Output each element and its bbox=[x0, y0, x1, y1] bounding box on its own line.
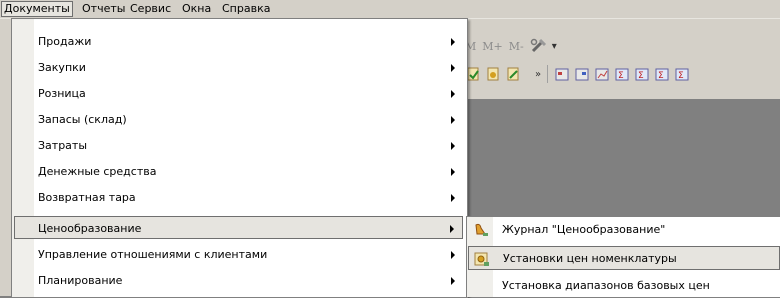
svg-text:Σ: Σ bbox=[618, 71, 624, 81]
toolbar-row-2: » Σ Σ Σ Σ bbox=[465, 63, 690, 85]
menu-bar: Документы Отчеты Сервис Окна Справка bbox=[0, 0, 780, 19]
submenu-item-label: Журнал "Ценообразование" bbox=[502, 223, 666, 236]
menu-item-costs[interactable]: Затраты bbox=[14, 134, 463, 157]
menu-service[interactable]: Сервис bbox=[128, 2, 173, 16]
menu-item-inventory[interactable]: Запасы (склад) bbox=[14, 108, 463, 131]
chevron-down-icon[interactable]: ▾ bbox=[552, 41, 557, 52]
menu-item-label: Денежные средства bbox=[38, 165, 157, 178]
document-icon[interactable] bbox=[485, 66, 501, 82]
report-icon[interactable] bbox=[574, 66, 590, 82]
menu-item-label: Ценообразование bbox=[38, 222, 142, 235]
sum-icon[interactable]: Σ bbox=[654, 66, 670, 82]
submenu-arrow-icon bbox=[451, 168, 455, 176]
submenu-item-price-settings[interactable]: Установки цен номенклатуры bbox=[468, 246, 780, 270]
menu-reports[interactable]: Отчеты bbox=[80, 2, 127, 16]
submenu-item-pricing-journal[interactable]: Журнал "Ценообразование" bbox=[468, 218, 780, 242]
submenu-arrow-icon bbox=[451, 64, 455, 72]
pricing-submenu: Журнал "Ценообразование" Установки цен н… bbox=[466, 216, 780, 297]
menu-item-label: Возвратная тара bbox=[38, 191, 136, 204]
memory-subtract-button[interactable]: M- bbox=[509, 40, 524, 53]
submenu-arrow-icon bbox=[451, 38, 455, 46]
submenu-arrow-icon bbox=[451, 142, 455, 150]
submenu-item-label: Установки цен номенклатуры bbox=[503, 252, 677, 265]
submenu-item-label: Установка диапазонов базовых цен bbox=[502, 279, 710, 292]
menu-documents[interactable]: Документы bbox=[1, 1, 73, 17]
submenu-arrow-icon bbox=[451, 90, 455, 98]
menu-item-label: Розница bbox=[38, 87, 86, 100]
price-settings-icon bbox=[474, 251, 490, 267]
menu-item-sales[interactable]: Продажи bbox=[14, 30, 463, 53]
menu-windows[interactable]: Окна bbox=[180, 2, 213, 16]
sum-icon[interactable]: Σ bbox=[614, 66, 630, 82]
report-icon[interactable] bbox=[594, 66, 610, 82]
menu-item-retail[interactable]: Розница bbox=[14, 82, 463, 105]
menu-item-pricing[interactable]: Ценообразование bbox=[14, 216, 463, 239]
menu-item-label: Планирование bbox=[38, 274, 123, 287]
sum-icon[interactable]: Σ bbox=[634, 66, 650, 82]
memory-add-button[interactable]: M+ bbox=[482, 40, 502, 53]
tools-icon[interactable] bbox=[530, 38, 546, 54]
submenu-arrow-icon bbox=[450, 225, 454, 233]
menu-item-planning[interactable]: Планирование bbox=[14, 269, 463, 292]
menu-item-label: Продажи bbox=[38, 35, 92, 48]
toolbar-row-1: M M+ M- ▾ bbox=[465, 35, 557, 57]
svg-text:Σ: Σ bbox=[638, 71, 644, 81]
menu-item-crm[interactable]: Управление отношениями с клиентами bbox=[14, 243, 463, 266]
menu-item-cash[interactable]: Денежные средства bbox=[14, 160, 463, 183]
overflow-chevron-icon[interactable]: » bbox=[535, 69, 541, 80]
menu-item-purchases[interactable]: Закупки bbox=[14, 56, 463, 79]
submenu-arrow-icon bbox=[451, 194, 455, 202]
menu-item-label: Управление отношениями с клиентами bbox=[38, 248, 268, 261]
svg-text:Σ: Σ bbox=[678, 71, 684, 81]
menu-item-returnable-containers[interactable]: Возвратная тара bbox=[14, 186, 463, 209]
journal-icon bbox=[473, 222, 489, 238]
submenu-arrow-icon bbox=[451, 277, 455, 285]
documents-menu: Продажи Закупки Розница Запасы (склад) З… bbox=[11, 18, 468, 298]
menu-item-label: Затраты bbox=[38, 139, 88, 152]
report-icon[interactable] bbox=[554, 66, 570, 82]
menu-item-label: Запасы (склад) bbox=[38, 113, 127, 126]
svg-text:Σ: Σ bbox=[658, 71, 664, 81]
submenu-arrow-icon bbox=[451, 251, 455, 259]
menu-help[interactable]: Справка bbox=[220, 2, 272, 16]
document-icon[interactable] bbox=[505, 66, 521, 82]
toolbar-separator bbox=[547, 65, 549, 83]
submenu-arrow-icon bbox=[451, 116, 455, 124]
menu-item-label: Закупки bbox=[38, 61, 86, 74]
submenu-item-base-price-ranges[interactable]: Установка диапазонов базовых цен bbox=[468, 274, 780, 298]
sum-icon[interactable]: Σ bbox=[674, 66, 690, 82]
